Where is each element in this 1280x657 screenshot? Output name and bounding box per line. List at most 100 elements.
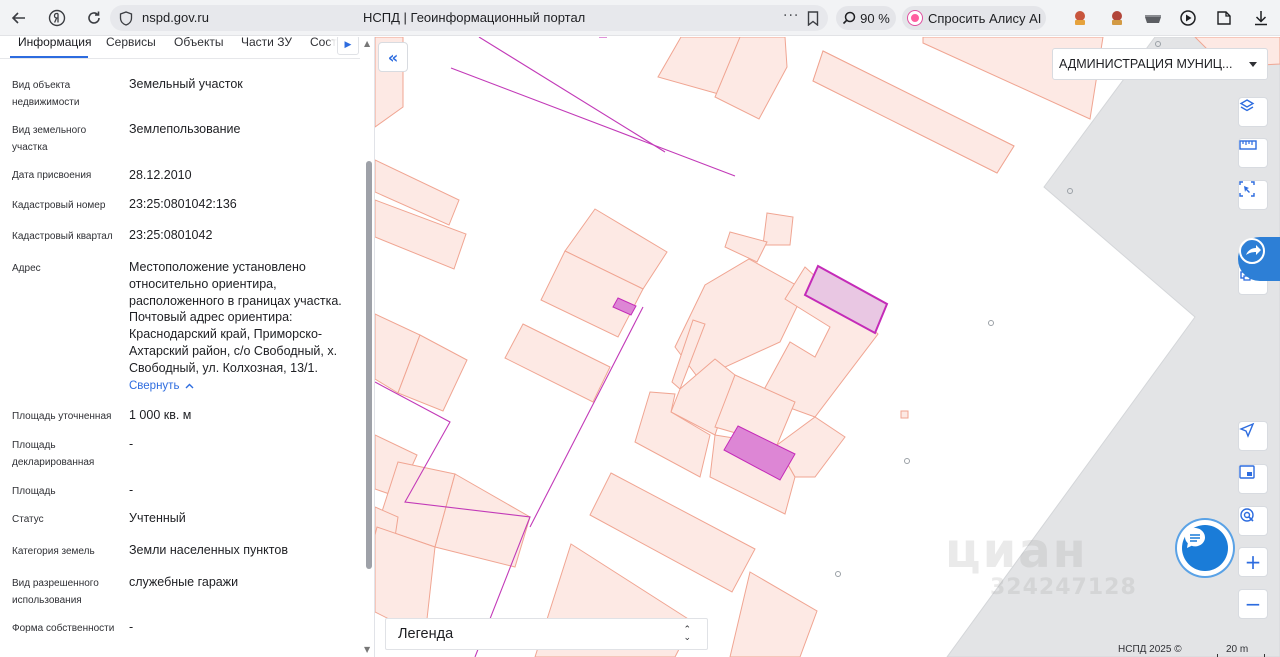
info-value: служебные гаражи	[129, 575, 239, 589]
tab-bar: Информация Сервисы Объекты Части ЗУ Сост…	[0, 37, 360, 59]
measure-button[interactable]	[1238, 138, 1268, 168]
share-button[interactable]	[1238, 237, 1280, 281]
info-value: Землепользование	[129, 122, 241, 136]
minus-icon: −	[1244, 592, 1262, 616]
double-chevron-left-icon: «	[387, 47, 399, 67]
collapse-address-link[interactable]: Свернуть	[129, 380, 194, 392]
info-label: Адрес	[12, 263, 41, 274]
info-label: Площадь уточненная	[12, 411, 112, 422]
layers-button[interactable]	[1238, 97, 1268, 127]
cadastral-map-layer	[375, 37, 1280, 657]
shield-icon	[119, 11, 133, 26]
info-value: Земли населенных пунктов	[129, 543, 288, 557]
info-panel: Информация Сервисы Объекты Части ЗУ Сост…	[0, 37, 375, 657]
minimap-button[interactable]	[1238, 464, 1268, 494]
alice-icon	[908, 11, 922, 25]
geo-target-icon	[1240, 508, 1254, 522]
bookmark-icon[interactable]	[807, 11, 819, 26]
zoom-indicator[interactable]: 90 %	[836, 6, 896, 30]
admin-boundary-select[interactable]: АДМИНИСТРАЦИЯ МУНИЦ...	[1052, 48, 1268, 80]
caret-down-icon	[1249, 62, 1257, 67]
info-value[interactable]: 23:25:0801042	[129, 227, 357, 244]
layers-icon	[1239, 99, 1255, 112]
ruler-icon	[1239, 140, 1257, 150]
arrow-left-icon	[11, 12, 25, 24]
tab-information[interactable]: Информация	[18, 37, 91, 49]
locate-button[interactable]	[1238, 421, 1268, 451]
boundary-line	[478, 37, 666, 153]
tab-services[interactable]: Сервисы	[106, 37, 156, 49]
info-label: Категория земель	[12, 546, 95, 557]
reload-button[interactable]	[82, 7, 106, 29]
admin-select-value: АДМИНИСТРАЦИЯ МУНИЦ...	[1059, 57, 1233, 71]
info-label: Форма собственности	[12, 623, 115, 634]
minimap-icon	[1239, 465, 1255, 479]
scroll-up-icon[interactable]: ▲	[364, 39, 370, 48]
navigation-arrow-icon	[1239, 422, 1255, 438]
scroll-down-icon[interactable]: ▼	[364, 645, 370, 654]
info-label: Дата присвоения	[12, 170, 92, 181]
parcel	[504, 323, 611, 403]
parcel	[762, 212, 794, 246]
chat-button[interactable]	[1182, 525, 1228, 571]
notes-icon[interactable]	[1215, 9, 1233, 27]
zoom-icon	[843, 11, 856, 25]
marker-dot	[835, 571, 841, 577]
legend-label: Легенда	[398, 626, 454, 642]
extension-icon-3[interactable]	[1144, 9, 1162, 27]
info-label: Площадь декларированная	[12, 440, 95, 468]
info-value: Местоположение установлено относительно …	[129, 260, 342, 375]
info-label: Вид разрешенного использования	[12, 578, 99, 606]
info-value: 1 000 кв. м	[129, 408, 192, 422]
scrollbar-thumb[interactable]	[366, 161, 372, 569]
yandex-icon	[48, 9, 66, 27]
info-value: -	[129, 437, 134, 451]
select-area-button[interactable]	[1238, 180, 1268, 210]
info-label: Статус	[12, 514, 44, 525]
info-value[interactable]: 23:25:0801042:136	[129, 196, 357, 213]
ask-alice-label: Спросить Алису AI	[928, 10, 1042, 26]
legend-toggle[interactable]: Легенда ⌃ ⌄	[385, 618, 708, 650]
info-value: 28.12.2010	[129, 168, 192, 182]
collapse-label: Свернуть	[129, 380, 180, 392]
page-title: НСПД | Геоинформационный портал	[363, 10, 586, 25]
extension-icon-2[interactable]	[1108, 9, 1126, 27]
marker-dot	[988, 320, 994, 326]
geo-search-button[interactable]	[1238, 506, 1268, 536]
expand-collapse-icon: ⌃ ⌄	[683, 624, 691, 642]
tab-land-parts[interactable]: Части ЗУ	[241, 37, 292, 49]
more-icon[interactable]: ···	[783, 8, 799, 24]
chevron-right-icon: ▶	[344, 40, 352, 50]
select-area-icon	[1239, 181, 1255, 197]
parcel	[729, 571, 818, 657]
extension-icon-1[interactable]	[1071, 9, 1089, 27]
reload-icon	[88, 11, 100, 24]
tabs-scroll-right-button[interactable]: ▶	[337, 37, 359, 55]
zoom-in-button[interactable]: +	[1238, 547, 1268, 577]
tab-objects[interactable]: Объекты	[174, 37, 224, 49]
plus-icon: +	[1244, 550, 1262, 574]
info-label: Кадастровый номер	[12, 200, 106, 211]
active-tab-indicator	[10, 56, 88, 58]
parcel-small	[900, 410, 909, 419]
video-play-icon[interactable]	[1179, 9, 1197, 27]
collapse-panel-button[interactable]: «	[378, 42, 408, 72]
address-domain[interactable]: nspd.gov.ru	[142, 10, 209, 25]
yandex-button[interactable]	[45, 7, 69, 29]
share-icon	[1239, 238, 1265, 264]
marker-dot	[904, 458, 910, 464]
map-copyright: НСПД 2025 ©	[1118, 644, 1182, 655]
info-value: -	[129, 483, 134, 497]
chevron-up-icon	[185, 383, 194, 389]
back-button[interactable]	[7, 7, 31, 29]
watermark-text: циан	[945, 523, 1088, 579]
download-icon[interactable]	[1252, 9, 1270, 27]
ask-alice-button[interactable]: Спросить Алису AI	[902, 6, 1046, 30]
map-view[interactable]: циан 324247128 « АДМИНИСТРАЦИЯ МУНИЦ... …	[375, 37, 1280, 657]
info-value: Учтенный	[129, 511, 186, 525]
info-label: Площадь	[12, 486, 56, 497]
info-value: -	[129, 620, 134, 634]
chat-icon	[1185, 528, 1205, 548]
browser-toolbar: nspd.gov.ru НСПД | Геоинформационный пор…	[0, 0, 1280, 36]
zoom-out-button[interactable]: −	[1238, 589, 1268, 619]
